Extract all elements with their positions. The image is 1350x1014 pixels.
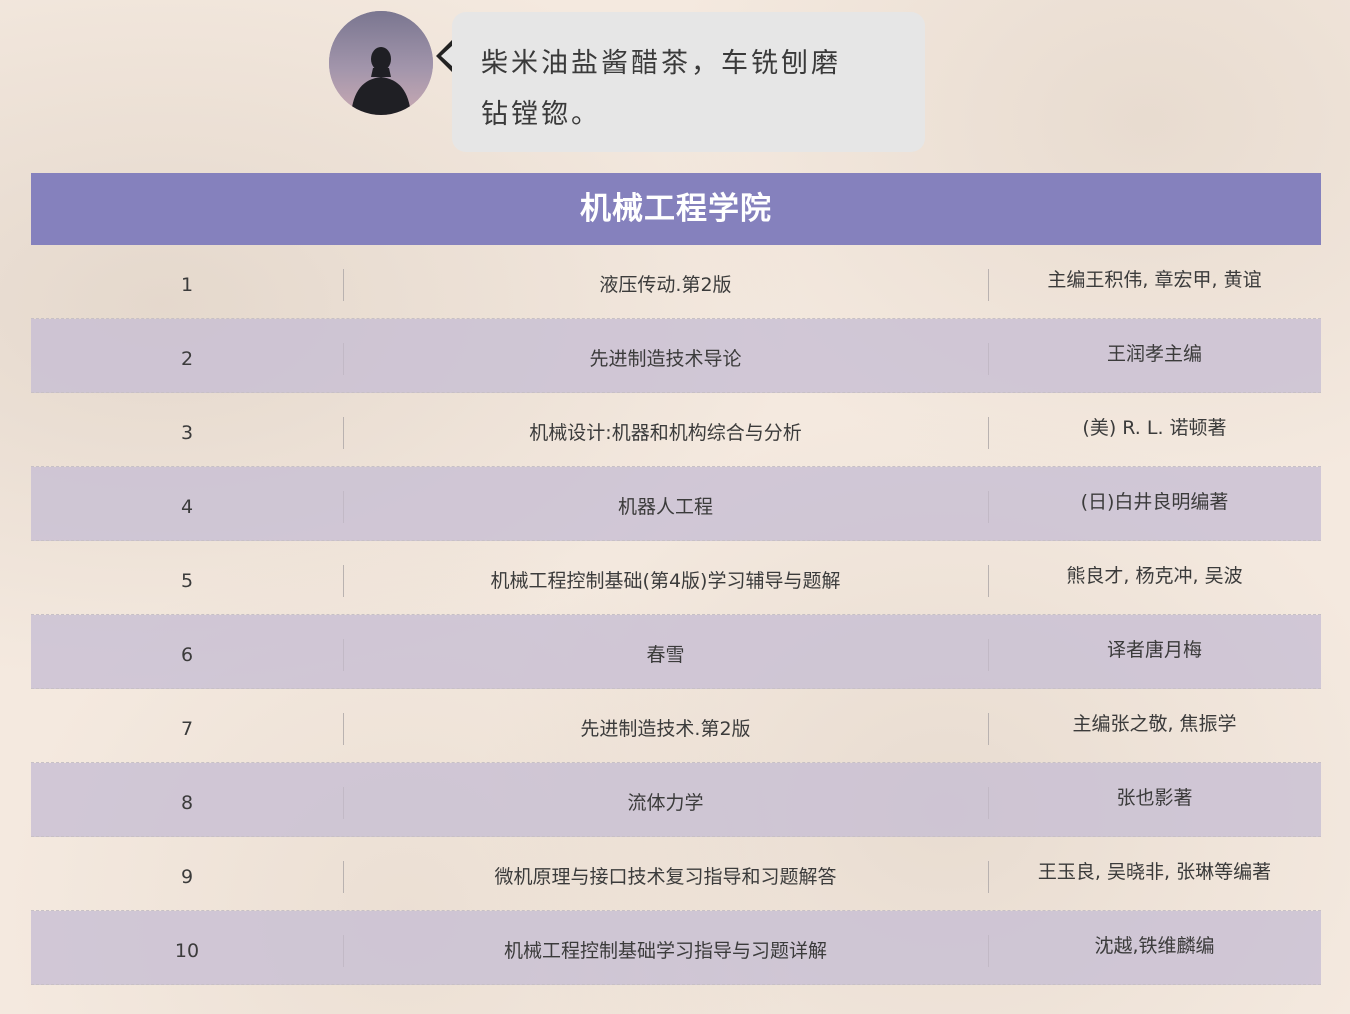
book-title: 微机原理与接口技术复习指导和习题解答 [494,866,837,888]
book-title: 液压传动.第2版 [599,274,732,296]
book-author: 王润孝主编 [1106,343,1202,365]
book-author: 主编张之敬, 焦振学 [1072,713,1237,735]
book-title: 先进制造技术导论 [589,348,742,370]
book-author: (美) R. L. 诺顿著 [1082,417,1227,439]
table-title: 机械工程学院 [31,173,1321,245]
row-index: 4 [180,496,194,518]
table-row[interactable]: 1 液压传动.第2版 主编王积伟, 章宏甲, 黄谊 [31,245,1321,319]
book-author: 沈越,铁维麟编 [1094,935,1215,957]
table-row[interactable]: 10 机械工程控制基础学习指导与习题详解 沈越,铁维麟编 [31,911,1321,985]
book-title: 春雪 [646,644,685,666]
row-index: 6 [180,644,194,666]
row-index: 7 [180,718,194,740]
table-row[interactable]: 3 机械设计:机器和机构综合与分析 (美) R. L. 诺顿著 [31,393,1321,467]
table-row[interactable]: 8 流体力学 张也影著 [31,763,1321,837]
book-author: 张也影著 [1116,787,1193,809]
row-index: 3 [180,422,194,444]
book-author: (日)白井良明编著 [1080,491,1229,513]
table-row[interactable]: 4 机器人工程 (日)白井良明编著 [31,467,1321,541]
book-author: 王玉良, 吴晓非, 张琳等编著 [1037,861,1272,883]
row-index: 10 [174,940,200,962]
bubble-text: 柴米油盐酱醋茶，车铣刨磨 钻镗锪。 [481,38,897,140]
book-title: 先进制造技术.第2版 [580,718,751,740]
row-index: 2 [180,348,194,370]
bubble-line-2: 钻镗锪。 [481,99,601,130]
book-title: 机械设计:机器和机构综合与分析 [529,422,802,444]
chat-header: 柴米油盐酱醋茶，车铣刨磨 钻镗锪。 [0,0,1350,160]
table-row[interactable]: 6 春雪 译者唐月梅 [31,615,1321,689]
book-title: 流体力学 [627,792,704,814]
table-row[interactable]: 5 机械工程控制基础(第4版)学习辅导与题解 熊良才, 杨克冲, 吴波 [31,541,1321,615]
table-row[interactable]: 7 先进制造技术.第2版 主编张之敬, 焦振学 [31,689,1321,763]
avatar[interactable] [329,11,433,115]
table-row[interactable]: 9 微机原理与接口技术复习指导和习题解答 王玉良, 吴晓非, 张琳等编著 [31,837,1321,911]
bubble-line-1: 柴米油盐酱醋茶，车铣刨磨 [481,48,841,79]
book-author: 译者唐月梅 [1106,639,1202,661]
book-author: 主编王积伟, 章宏甲, 黄谊 [1047,269,1262,291]
book-title: 机器人工程 [617,496,713,518]
row-index: 1 [180,274,194,296]
row-index: 9 [180,866,194,888]
person-silhouette-icon [329,11,433,115]
table-row[interactable]: 2 先进制造技术导论 王润孝主编 [31,319,1321,393]
row-index: 8 [180,792,194,814]
row-index: 5 [180,570,194,592]
book-table: 机械工程学院 1 液压传动.第2版 主编王积伟, 章宏甲, 黄谊 2 先进制造技… [31,173,1321,985]
speech-bubble: 柴米油盐酱醋茶，车铣刨磨 钻镗锪。 [452,12,925,152]
book-title: 机械工程控制基础(第4版)学习辅导与题解 [490,570,841,592]
book-title: 机械工程控制基础学习指导与习题详解 [503,940,827,962]
book-author: 熊良才, 杨克冲, 吴波 [1066,565,1243,587]
